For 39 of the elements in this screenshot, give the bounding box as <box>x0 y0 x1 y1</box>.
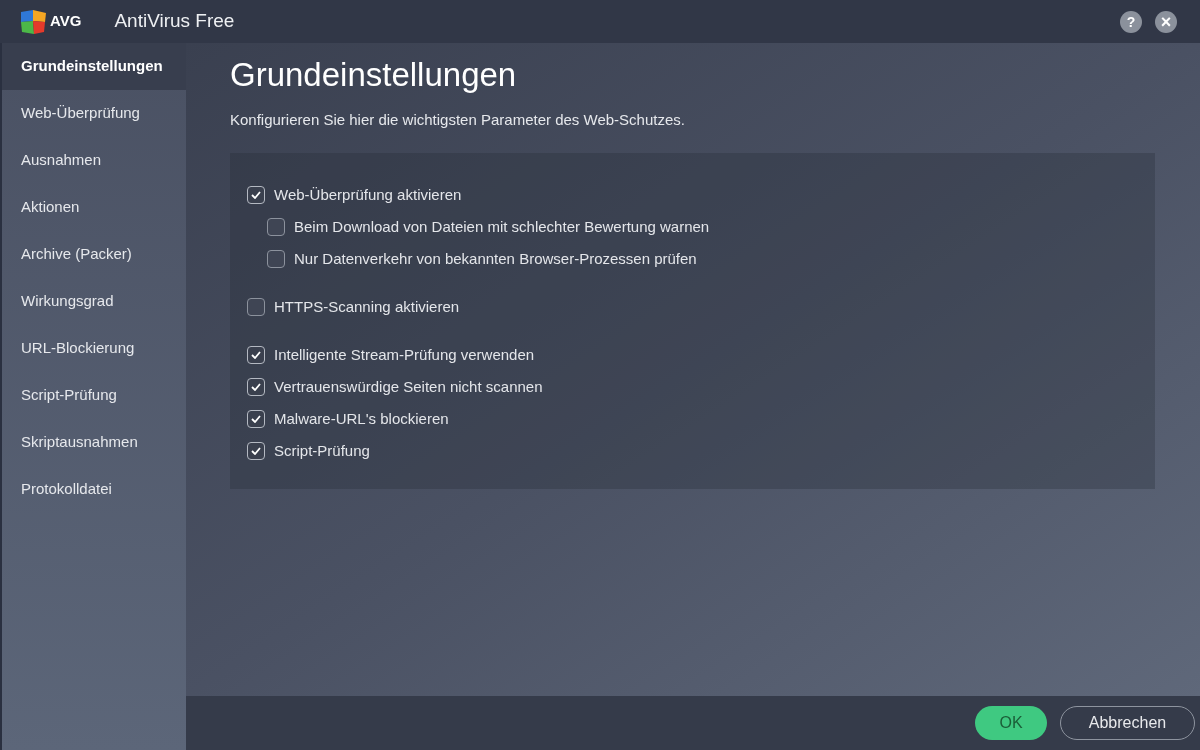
checkbox[interactable] <box>247 442 265 460</box>
option-label: Web-Überprüfung aktivieren <box>274 184 462 205</box>
sidebar-item[interactable]: Archive (Packer) <box>2 231 186 278</box>
window-title: AntiVirus Free <box>114 9 235 34</box>
logo-text: AVG <box>50 11 82 32</box>
checkmark-icon <box>251 383 261 391</box>
sidebar-item[interactable]: Web-Überprüfung <box>2 90 186 137</box>
checkbox[interactable] <box>247 346 265 364</box>
checkbox[interactable] <box>247 298 265 316</box>
sidebar-item[interactable]: Script-Prüfung <box>2 372 186 419</box>
page-title: Grundeinstellungen <box>230 55 518 95</box>
sidebar-item[interactable]: Ausnahmen <box>2 137 186 184</box>
logo-icon <box>21 9 46 34</box>
sidebar-item[interactable]: Protokolldatei <box>2 466 186 513</box>
checkmark-icon <box>251 415 261 423</box>
sidebar-item[interactable]: Grundeinstellungen <box>2 43 186 90</box>
sidebar-item[interactable]: Skriptausnahmen <box>2 419 186 466</box>
option-label: Malware-URL's blockieren <box>274 408 449 429</box>
close-button[interactable]: × <box>1155 10 1177 33</box>
sidebar-item[interactable]: Aktionen <box>2 184 186 231</box>
help-button[interactable]: ? <box>1120 10 1142 33</box>
checkbox[interactable] <box>267 250 285 268</box>
sidebar-item[interactable]: URL-Blockierung <box>2 325 186 372</box>
option-label: Nur Datenverkehr von bekannten Browser-Prozessen prüfen <box>294 248 697 269</box>
checkbox[interactable] <box>267 218 285 236</box>
sidebar-item[interactable]: Wirkungsgrad <box>2 278 186 325</box>
checkbox[interactable] <box>247 378 265 396</box>
option-label: Script-Prüfung <box>274 440 370 461</box>
checkmark-icon <box>251 191 261 199</box>
option-label: Vertrauenswürdige Seiten nicht scannen <box>274 376 543 397</box>
option-label: Intelligente Stream-Prüfung verwenden <box>274 344 535 365</box>
option-label: HTTPS-Scanning aktivieren <box>274 296 460 317</box>
checkmark-icon <box>251 447 261 455</box>
checkbox[interactable] <box>247 410 265 428</box>
checkmark-icon <box>251 351 261 359</box>
checkbox[interactable] <box>247 186 265 204</box>
option-label: Beim Download von Dateien mit schlechter Bewertung warnen <box>294 216 710 237</box>
ok-button[interactable]: OK <box>975 706 1047 740</box>
page-description: Konfigurieren Sie hier die wichtigsten Parameter des Web-Schutzes. <box>230 110 686 130</box>
